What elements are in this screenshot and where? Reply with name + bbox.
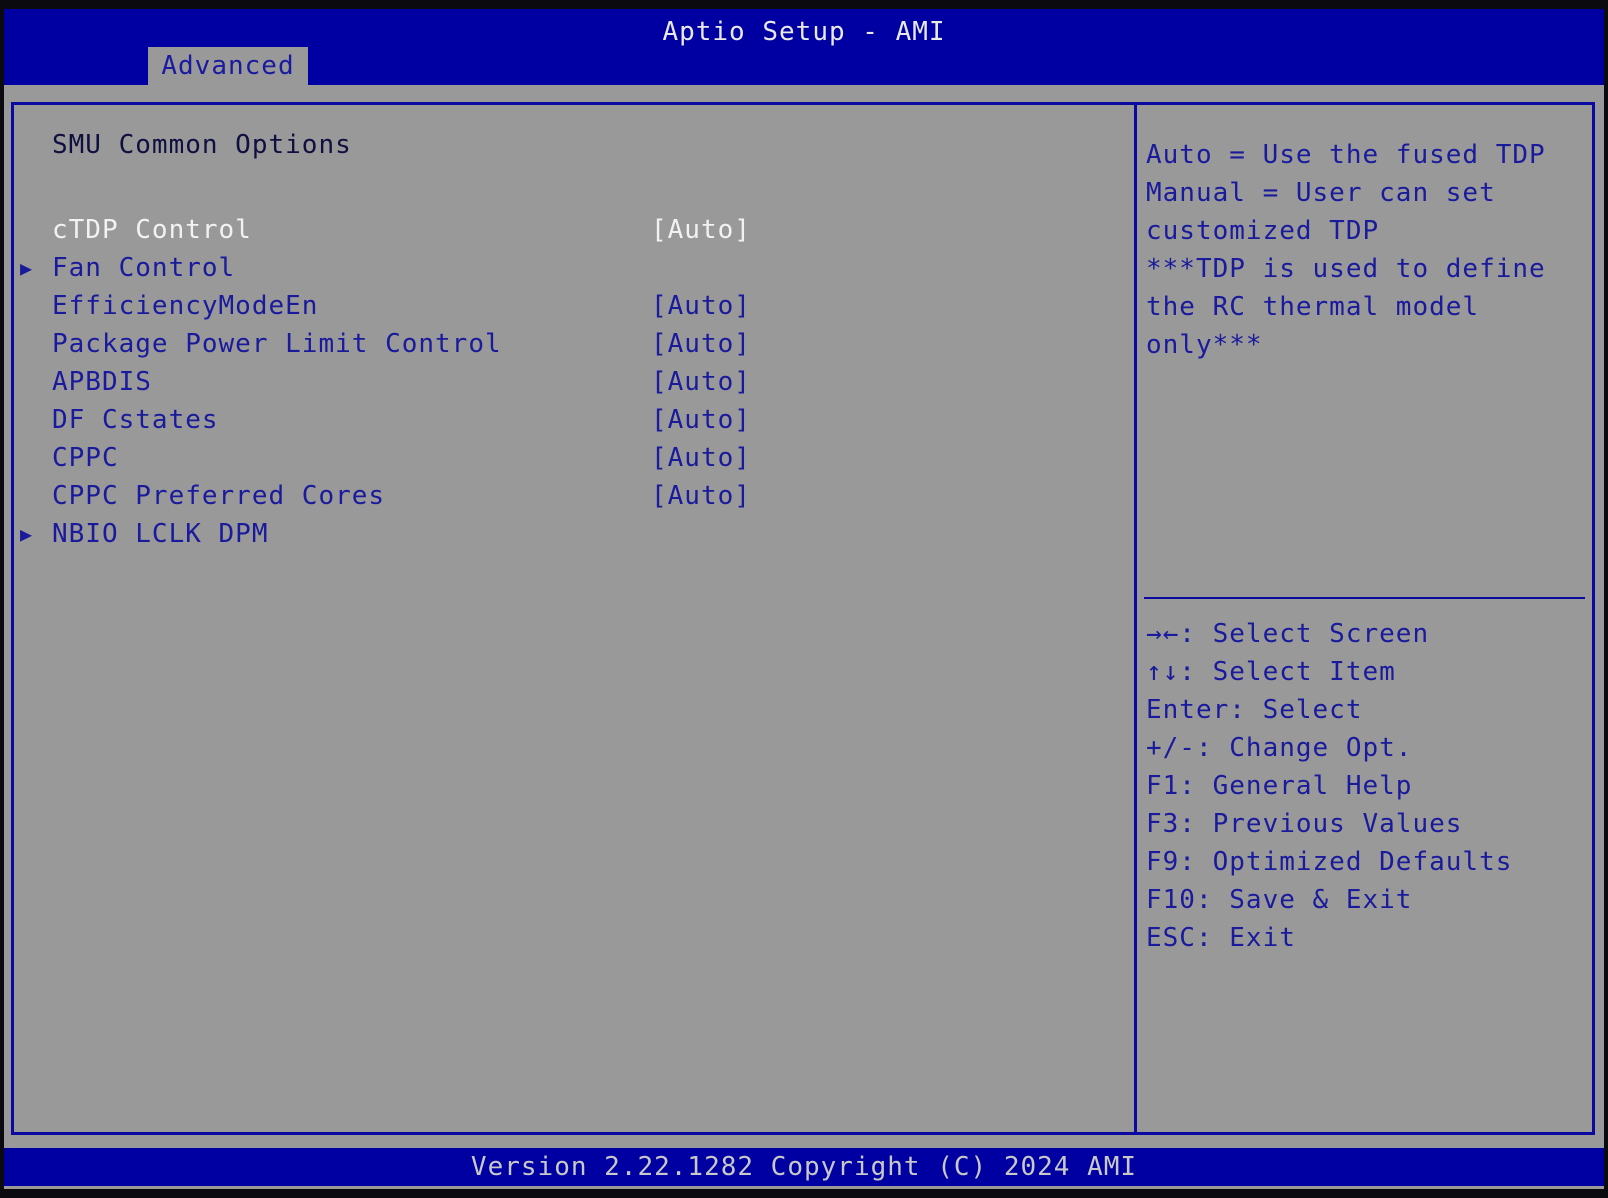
help-panel: Auto = Use the fused TDP Manual = User ca… <box>1137 105 1592 1132</box>
setting-value[interactable]: [Auto] <box>651 439 751 477</box>
setting-label: CPPC <box>52 443 119 473</box>
setting-row-ctdp-control[interactable]: cTDP Control [Auto] <box>14 211 1134 249</box>
key-hint: F3: Previous Values <box>1146 809 1463 839</box>
app-title: Aptio Setup - AMI <box>662 17 946 47</box>
setting-label: Package Power Limit Control <box>52 329 502 359</box>
help-description-line: only*** <box>1146 330 1263 360</box>
help-description-line: the RC thermal model <box>1146 292 1480 322</box>
key-hint: ESC: Exit <box>1146 923 1296 953</box>
setting-row-efficiencymodeen[interactable]: EfficiencyModeEn [Auto] <box>14 287 1134 325</box>
setting-label: EfficiencyModeEn <box>52 291 319 321</box>
setting-row-package-power-limit-control[interactable]: Package Power Limit Control [Auto] <box>14 325 1134 363</box>
setting-value[interactable]: [Auto] <box>651 363 751 401</box>
settings-panel: SMU Common Options cTDP Control [Auto] ▶ Fa… <box>14 105 1134 1132</box>
setting-label: CPPC Preferred Cores <box>52 481 386 511</box>
section-title: SMU Common Options <box>52 130 352 160</box>
key-hint: F1: General Help <box>1146 771 1413 801</box>
setting-label: DF Cstates <box>52 405 219 435</box>
help-description-line: Auto = Use the fused TDP <box>1146 140 1546 170</box>
submenu-arrow-icon: ▶ <box>20 256 34 280</box>
setting-row-apbdis[interactable]: APBDIS [Auto] <box>14 363 1134 401</box>
submenu-arrow-icon: ▶ <box>20 522 34 546</box>
help-description-line: customized TDP <box>1146 216 1380 246</box>
setting-label: NBIO LCLK DPM <box>52 519 269 549</box>
key-hint: F9: Optimized Defaults <box>1146 847 1513 877</box>
setting-value[interactable]: [Auto] <box>651 287 751 325</box>
setting-value[interactable]: [Auto] <box>651 211 751 249</box>
key-hint: ↑↓: Select Item <box>1146 657 1396 687</box>
setting-label: Fan Control <box>52 253 236 283</box>
help-description-line: ***TDP is used to define <box>1146 254 1546 284</box>
header-bar: Aptio Setup - AMI Advanced <box>4 9 1604 86</box>
help-separator <box>1144 597 1585 599</box>
setting-row-df-cstates[interactable]: DF Cstates [Auto] <box>14 401 1134 439</box>
key-hint: F10: Save & Exit <box>1146 885 1413 915</box>
setting-label: cTDP Control <box>52 215 252 245</box>
bios-screen: Aptio Setup - AMI Advanced SMU Common Op… <box>4 9 1604 1189</box>
footer-version: Version 2.22.1282 Copyright (C) 2024 AMI <box>4 1148 1604 1186</box>
setting-row-cppc-preferred-cores[interactable]: CPPC Preferred Cores [Auto] <box>14 477 1134 515</box>
key-hint: +/-: Change Opt. <box>1146 733 1413 763</box>
setting-label: APBDIS <box>52 367 152 397</box>
setting-row-nbio-lclk-dpm[interactable]: ▶ NBIO LCLK DPM <box>14 515 1134 553</box>
key-hint: Enter: Select <box>1146 695 1363 725</box>
setting-value[interactable]: [Auto] <box>651 401 751 439</box>
help-description-line: Manual = User can set <box>1146 178 1496 208</box>
tab-advanced[interactable]: Advanced <box>148 47 308 86</box>
key-hint: →←: Select Screen <box>1146 619 1430 649</box>
setting-row-cppc[interactable]: CPPC [Auto] <box>14 439 1134 477</box>
setting-row-fan-control[interactable]: ▶ Fan Control <box>14 249 1134 287</box>
main-frame: SMU Common Options cTDP Control [Auto] ▶ Fa… <box>11 102 1595 1135</box>
setting-value[interactable]: [Auto] <box>651 477 751 515</box>
setting-value[interactable]: [Auto] <box>651 325 751 363</box>
